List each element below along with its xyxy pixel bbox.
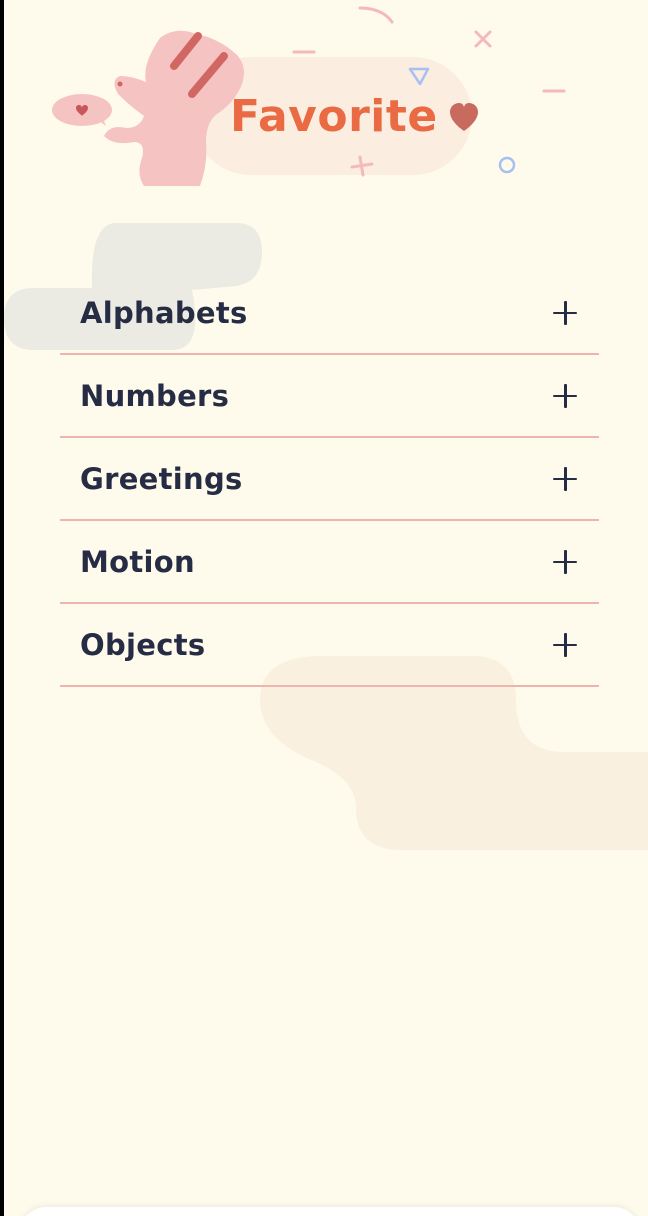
triangle-confetti [408,67,430,86]
x-confetti [474,30,492,48]
plus-icon[interactable] [553,300,577,325]
bottom-sheet [20,1207,640,1216]
heart-icon [449,103,478,131]
page-title: Favorite [230,90,438,142]
list-item-label: Numbers [80,378,230,413]
list-item-motion[interactable]: Motion [60,521,599,604]
list-item-alphabets[interactable]: Alphabets [60,272,599,355]
arc-confetti [358,6,394,24]
list-item-numbers[interactable]: Numbers [60,355,599,438]
list-item-label: Motion [80,544,195,579]
plus-confetti [350,155,374,177]
list-item-objects[interactable]: Objects [60,604,599,687]
circle-confetti [498,156,516,174]
list-item-label: Alphabets [80,295,248,330]
plus-icon[interactable] [553,383,577,408]
list-item-greetings[interactable]: Greetings [60,438,599,521]
plus-icon[interactable] [553,549,577,574]
speech-bubble-icon [52,94,112,126]
category-list: Alphabets Numbers Greetings Motion Objec… [60,272,599,687]
header: Favorite [4,0,648,200]
favorite-screen: Favorite Alphabets Numbers Greetings Mot… [4,0,648,1216]
title-row: Favorite [230,86,480,146]
list-item-label: Objects [80,627,206,662]
plus-icon[interactable] [553,632,577,657]
mascot-hand-icon [52,30,244,186]
plus-icon[interactable] [553,466,577,491]
list-item-label: Greetings [80,461,243,496]
